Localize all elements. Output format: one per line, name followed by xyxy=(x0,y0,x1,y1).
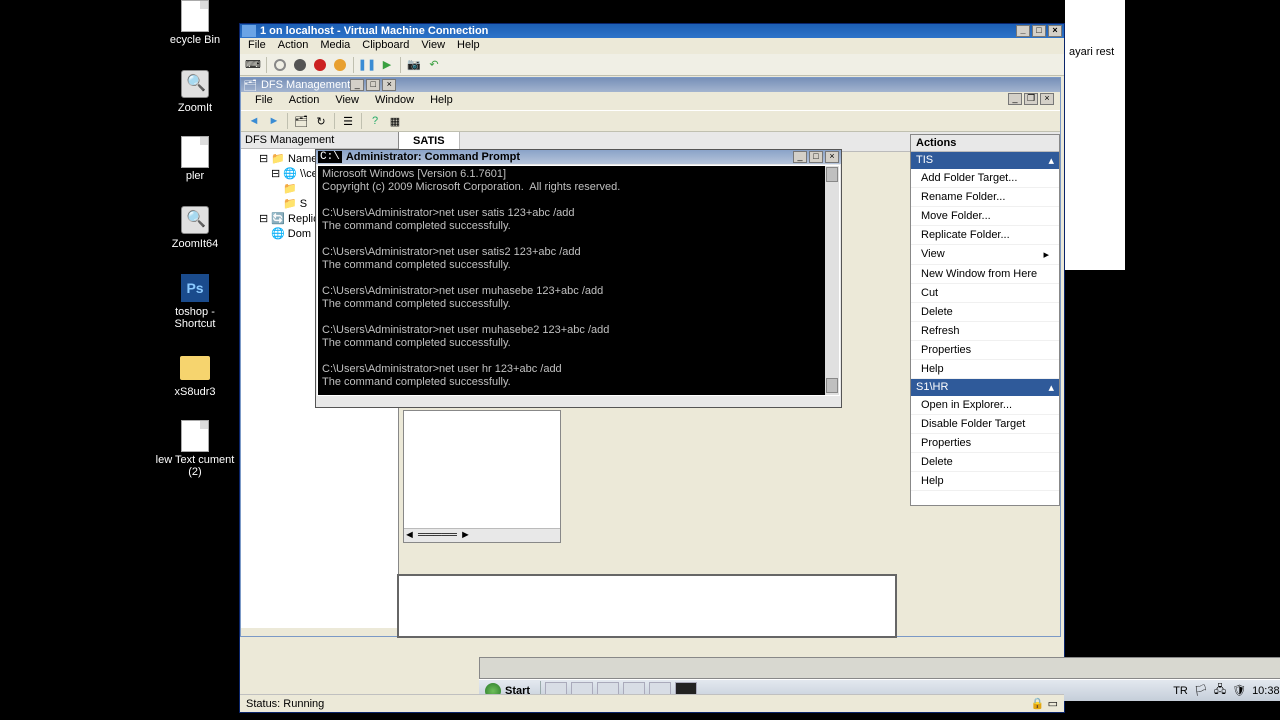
action-replicate-folder[interactable]: Replicate Folder... xyxy=(911,226,1059,245)
vm-toolbar: ⌨ ❚❚ ▶ 📷 ↶ xyxy=(240,54,1064,76)
action-rename-folder[interactable]: Rename Folder... xyxy=(911,188,1059,207)
desktop-icons: ecycle Bin ZoomIt pler ZoomIt64 Pstoshop… xyxy=(155,0,235,500)
desktop-icon-folder[interactable]: xS8udr3 xyxy=(155,352,235,398)
dfs-menu-help[interactable]: Help xyxy=(422,92,461,110)
cmd-titlebar[interactable]: C:\ Administrator: Command Prompt _ □ × xyxy=(316,150,841,164)
close-button[interactable]: × xyxy=(1048,25,1062,37)
action-move-folder[interactable]: Move Folder... xyxy=(911,207,1059,226)
system-tray: TR 🏳 🖧 🛡 10:38 ▭ xyxy=(1173,681,1280,700)
vm-icon xyxy=(242,25,256,37)
tray-network-icon[interactable]: 🖧 xyxy=(1214,681,1226,700)
dfs-menu-action[interactable]: Action xyxy=(281,92,328,110)
tree-header: DFS Management xyxy=(241,132,398,149)
cmd-scroll-down[interactable]: ▾ xyxy=(826,378,838,393)
start-button[interactable] xyxy=(271,56,289,74)
menu-view[interactable]: View xyxy=(415,38,451,54)
desktop-icon-pler[interactable]: pler xyxy=(155,136,235,182)
dfs-toolbar: ◄ ► 🗂 ↻ ☰ ? ▦ xyxy=(241,110,1060,132)
pause-button[interactable]: ❚❚ xyxy=(358,56,376,74)
desktop-icon-photoshop[interactable]: Pstoshop - Shortcut xyxy=(155,272,235,330)
desktop-icon-zoomit[interactable]: ZoomIt xyxy=(155,68,235,114)
collapse-icon: ▴ xyxy=(1048,154,1054,167)
help-button[interactable]: ? xyxy=(366,112,384,130)
dfs-doc-minimize[interactable]: _ xyxy=(1008,93,1022,105)
background-window xyxy=(397,574,897,638)
vm-status-bar: Status: Running 🔒 ▭ xyxy=(240,694,1064,712)
dfs-menu-window[interactable]: Window xyxy=(367,92,422,110)
vm-menubar: File Action Media Clipboard View Help xyxy=(240,38,1064,54)
cmd-output[interactable]: Microsoft Windows [Version 6.1.7601] Cop… xyxy=(317,165,840,396)
action-delete[interactable]: Delete xyxy=(911,303,1059,322)
actions-group-s1hr[interactable]: S1\HR▴ xyxy=(911,379,1059,396)
dfs-menu-file[interactable]: File xyxy=(247,92,281,110)
shutdown-button[interactable] xyxy=(311,56,329,74)
turnoff-button[interactable] xyxy=(291,56,309,74)
action-properties[interactable]: Properties xyxy=(911,341,1059,360)
cmd-scroll-up[interactable]: ▴ xyxy=(826,167,838,182)
action-help[interactable]: Help xyxy=(911,360,1059,379)
desktop-icon-newtext[interactable]: lew Text cument (2) xyxy=(155,420,235,478)
refresh-button[interactable]: ↻ xyxy=(312,112,330,130)
up-button[interactable]: 🗂 xyxy=(292,112,310,130)
collapse-icon: ▴ xyxy=(1048,381,1054,394)
dfs-close-button[interactable]: × xyxy=(382,79,396,91)
command-prompt-window: C:\ Administrator: Command Prompt _ □ × … xyxy=(315,149,842,408)
dfs-doc-close[interactable]: × xyxy=(1040,93,1054,105)
forward-button[interactable]: ► xyxy=(265,112,283,130)
vm-title: 1 on localhost - Virtual Machine Connect… xyxy=(260,25,488,37)
save-button[interactable] xyxy=(331,56,349,74)
tray-flag-icon[interactable]: 🏳 xyxy=(1194,684,1208,697)
tray-shield-icon[interactable]: 🛡 xyxy=(1232,684,1246,697)
dfs-menubar: File Action View Window Help _ ❐ × xyxy=(241,92,1060,110)
action-refresh[interactable]: Refresh xyxy=(911,322,1059,341)
revert-button[interactable]: ↶ xyxy=(425,56,443,74)
menu-file[interactable]: File xyxy=(242,38,272,54)
dfs-menu-view[interactable]: View xyxy=(327,92,367,110)
dfs-maximize-button[interactable]: □ xyxy=(366,79,380,91)
status-lock-icon: 🔒 ▭ xyxy=(1031,697,1058,710)
action-delete2[interactable]: Delete xyxy=(911,453,1059,472)
actions-panel: Actions TIS▴ Add Folder Target... Rename… xyxy=(910,134,1060,506)
properties-button[interactable]: ☰ xyxy=(339,112,357,130)
submenu-arrow-icon: ▸ xyxy=(1043,248,1049,261)
cmd-close-button[interactable]: × xyxy=(825,151,839,163)
maximize-button[interactable]: □ xyxy=(1032,25,1046,37)
dfs-doc-restore[interactable]: ❐ xyxy=(1024,93,1038,105)
action-open-explorer[interactable]: Open in Explorer... xyxy=(911,396,1059,415)
actions-header: Actions xyxy=(911,135,1059,152)
desktop-icon-zoomit64[interactable]: ZoomIt64 xyxy=(155,204,235,250)
lang-indicator[interactable]: TR xyxy=(1173,685,1188,697)
ctrl-alt-del-button[interactable]: ⌨ xyxy=(244,56,262,74)
action-help2[interactable]: Help xyxy=(911,472,1059,491)
vm-titlebar[interactable]: 1 on localhost - Virtual Machine Connect… xyxy=(240,24,1064,38)
action-properties2[interactable]: Properties xyxy=(911,434,1059,453)
dfs-minimize-button[interactable]: _ xyxy=(350,79,364,91)
cmd-minimize-button[interactable]: _ xyxy=(793,151,807,163)
minimize-button[interactable]: _ xyxy=(1016,25,1030,37)
tray-time[interactable]: 10:38 xyxy=(1252,685,1280,697)
inner-list-pane[interactable]: ◄ ═════ ► xyxy=(403,410,561,543)
action-disable-target[interactable]: Disable Folder Target xyxy=(911,415,1059,434)
action-add-folder-target[interactable]: Add Folder Target... xyxy=(911,169,1059,188)
action-new-window[interactable]: New Window from Here xyxy=(911,265,1059,284)
back-button[interactable]: ◄ xyxy=(245,112,263,130)
reset-button[interactable]: ▶ xyxy=(378,56,396,74)
dfs-title: DFS Management xyxy=(261,79,350,91)
dfs-titlebar[interactable]: 🗂 DFS Management _ □ × xyxy=(241,78,1060,92)
tile-button[interactable]: ▦ xyxy=(386,112,404,130)
desktop-icon-recycle[interactable]: ecycle Bin xyxy=(155,0,235,46)
actions-group-satis[interactable]: TIS▴ xyxy=(911,152,1059,169)
snapshot-button[interactable]: 📷 xyxy=(405,56,423,74)
background-notepad: ayari rest xyxy=(1065,0,1125,270)
cmd-scrollbar[interactable]: ▴▾ xyxy=(825,166,839,395)
horizontal-scrollbar[interactable]: ◄ ═════ ► xyxy=(404,528,560,542)
action-view[interactable]: View▸ xyxy=(911,245,1059,265)
cmd-title: Administrator: Command Prompt xyxy=(346,151,520,163)
cmd-maximize-button[interactable]: □ xyxy=(809,151,823,163)
menu-help[interactable]: Help xyxy=(451,38,486,54)
action-cut[interactable]: Cut xyxy=(911,284,1059,303)
menu-clipboard[interactable]: Clipboard xyxy=(356,38,415,54)
menu-media[interactable]: Media xyxy=(314,38,356,54)
menu-action[interactable]: Action xyxy=(272,38,315,54)
